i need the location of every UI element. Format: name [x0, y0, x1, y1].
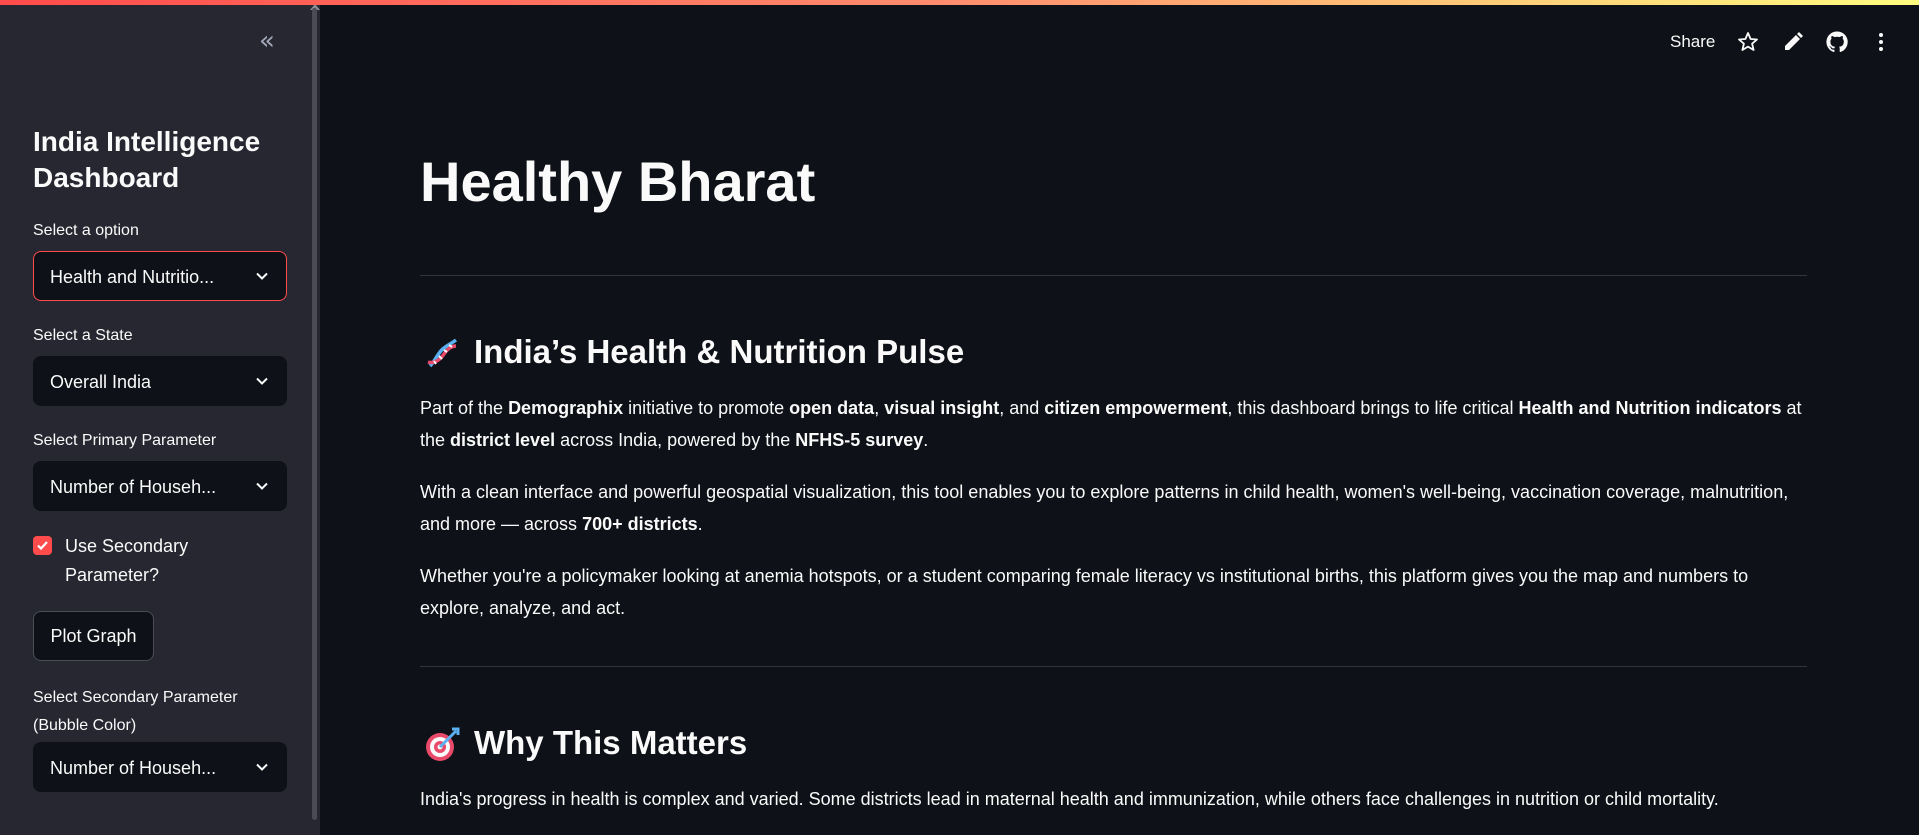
chevron-down-icon [256, 763, 268, 771]
bold-text: visual insight [884, 398, 1000, 418]
secondary-parameter-value: Number of Househ... [50, 758, 217, 778]
chevron-double-left-icon[interactable]: « [252, 28, 282, 58]
bold-text: citizen empowerment [1044, 398, 1228, 418]
check-icon [37, 541, 48, 551]
chevron-down-icon [256, 272, 268, 280]
pencil-icon[interactable] [1781, 30, 1805, 54]
state-select[interactable]: Overall India [33, 356, 287, 406]
secondary-parameter-checkbox-label[interactable]: Use Secondary Parameter? [65, 532, 225, 590]
text: initiative to promote [623, 398, 790, 418]
audience-paragraph: Whether you're a policymaker looking at … [420, 566, 1749, 618]
section-heading-health-pulse: India’s Health & Nutrition Pulse [420, 331, 964, 374]
section-heading-text: Why This Matters [474, 724, 748, 761]
bold-text: Demographix [508, 398, 624, 418]
state-label: Select a State [33, 327, 133, 344]
secondary-parameter-checkbox[interactable] [33, 536, 52, 555]
option-select-value: Health and Nutritio... [50, 267, 215, 287]
chevron-down-icon [256, 377, 268, 385]
why-matters-paragraph: India's progress in health is complex an… [420, 789, 1719, 809]
text: . [697, 514, 703, 534]
divider [420, 275, 1807, 276]
plot-graph-button[interactable]: Plot Graph [33, 611, 154, 661]
primary-parameter-label: Select Primary Parameter [33, 432, 217, 449]
page-title: Healthy Bharat [420, 150, 816, 213]
section-heading-text: India’s Health & Nutrition Pulse [474, 333, 965, 370]
github-icon[interactable] [1825, 30, 1849, 54]
dna-icon [427, 338, 458, 368]
top-decoration-bar [0, 0, 1919, 5]
sidebar-scrollbar[interactable] [312, 8, 317, 820]
primary-parameter-value: Number of Househ... [50, 477, 217, 497]
text: . [923, 430, 929, 450]
divider [420, 666, 1807, 667]
chevron-down-icon [256, 482, 268, 490]
text: , and [999, 398, 1045, 418]
bold-text: NFHS-5 survey [795, 430, 924, 450]
target-icon [426, 727, 460, 762]
secondary-parameter-select[interactable]: Number of Househ... [33, 742, 287, 792]
option-select[interactable]: Health and Nutritio... [33, 251, 287, 301]
bold-text: open data [789, 398, 875, 418]
sidebar-title: India Intelligence Dashboard [33, 126, 261, 193]
secondary-parameter-label: Select Secondary Parameter (Bubble Color… [33, 689, 238, 734]
text: , [874, 398, 885, 418]
bold-text: 700+ districts [582, 514, 698, 534]
sidebar: « India Intelligence Dashboard Select a … [0, 0, 320, 835]
section-heading-why-matters: Why This Matters [420, 722, 747, 765]
text: , this dashboard brings to life critical [1227, 398, 1519, 418]
star-icon[interactable] [1736, 30, 1760, 54]
bold-text: district level [450, 430, 556, 450]
intro-paragraph: Part of the Demographix initiative to pr… [420, 392, 1810, 456]
option-label: Select a option [33, 222, 139, 239]
bold-text: Health and Nutrition indicators [1518, 398, 1782, 418]
features-paragraph: With a clean interface and powerful geos… [420, 476, 1810, 540]
primary-parameter-select[interactable]: Number of Househ... [33, 461, 287, 511]
more-vertical-icon[interactable] [1869, 30, 1893, 54]
share-button[interactable]: Share [1670, 32, 1715, 52]
text: across India, powered by the [555, 430, 796, 450]
text: Part of the [420, 398, 509, 418]
state-select-value: Overall India [50, 372, 152, 392]
